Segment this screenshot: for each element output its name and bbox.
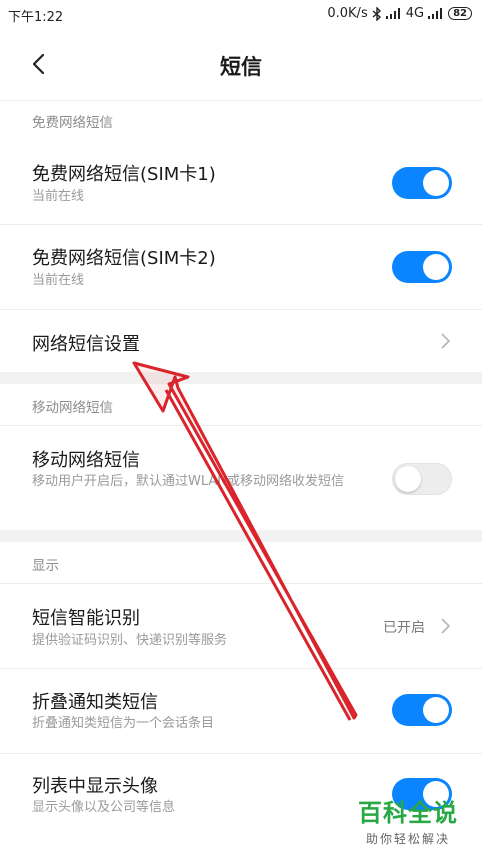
status-bar: 下午1:22 0.0K/s 4G 82 <box>0 0 482 30</box>
mobile-sms-title: 移动网络短信 <box>32 450 140 471</box>
free-sms-sim2-title: 免费网络短信(SIM卡2) <box>32 248 216 269</box>
mobile-sms-description: 移动用户开启后，默认通过WLAN或移动网络收发短信 <box>32 474 345 489</box>
free-sms-sim2-row[interactable]: 免费网络短信(SIM卡2) 当前在线 <box>0 225 482 309</box>
battery-indicator: 82 <box>448 7 472 20</box>
fold-notifications-description: 折叠通知类短信为一个会话条目 <box>32 716 215 731</box>
watermark: 百科全说 助你轻松解决 <box>348 793 468 847</box>
bluetooth-icon <box>372 6 381 21</box>
smart-recognition-title: 短信智能识别 <box>32 608 140 629</box>
network-sms-settings-title: 网络短信设置 <box>32 334 140 355</box>
network-sms-settings-row[interactable]: 网络短信设置 <box>0 310 482 372</box>
free-sms-sim1-toggle[interactable] <box>392 167 452 199</box>
status-indicators: 0.0K/s 4G 82 <box>327 6 472 21</box>
section-gap <box>0 530 482 542</box>
free-sms-sim1-status: 当前在线 <box>32 189 85 204</box>
signal-icon <box>385 8 402 19</box>
status-time: 下午1:22 <box>8 10 64 25</box>
network-speed: 0.0K/s <box>327 6 368 21</box>
free-sms-sim2-toggle[interactable] <box>392 251 452 283</box>
mobile-sms-row[interactable]: 移动网络短信 移动用户开启后，默认通过WLAN或移动网络收发短信 <box>0 426 482 530</box>
fold-notifications-row[interactable]: 折叠通知类短信 折叠通知类短信为一个会话条目 <box>0 669 482 753</box>
show-avatar-description: 显示头像以及公司等信息 <box>32 800 176 815</box>
chevron-right-icon <box>441 333 451 349</box>
page-title: 短信 <box>220 55 262 79</box>
signal-icon-2 <box>428 8 444 19</box>
free-sms-sim1-row[interactable]: 免费网络短信(SIM卡1) 当前在线 <box>0 140 482 224</box>
watermark-slogan: 助你轻松解决 <box>365 832 450 846</box>
smart-recognition-row[interactable]: 短信智能识别 提供验证码识别、快递识别等服务 已开启 <box>0 584 482 668</box>
chevron-right-icon <box>441 618 451 634</box>
divider <box>0 100 482 101</box>
mobile-sms-toggle[interactable] <box>392 463 452 495</box>
title-bar: 短信 <box>0 30 482 100</box>
section-header-mobile-sms: 移动网络短信 <box>32 400 113 416</box>
smart-recognition-status: 已开启 <box>383 620 425 636</box>
section-gap <box>0 372 482 384</box>
free-sms-sim1-title: 免费网络短信(SIM卡1) <box>32 164 216 185</box>
section-header-free-sms: 免费网络短信 <box>32 115 113 131</box>
free-sms-sim2-status: 当前在线 <box>32 273 85 288</box>
section-header-display: 显示 <box>32 558 59 574</box>
show-avatar-title: 列表中显示头像 <box>32 776 158 797</box>
network-type: 4G <box>405 6 425 21</box>
fold-notifications-title: 折叠通知类短信 <box>32 692 158 713</box>
watermark-title: 百科全说 <box>358 799 458 827</box>
fold-notifications-toggle[interactable] <box>392 694 452 726</box>
smart-recognition-description: 提供验证码识别、快递识别等服务 <box>32 633 228 648</box>
